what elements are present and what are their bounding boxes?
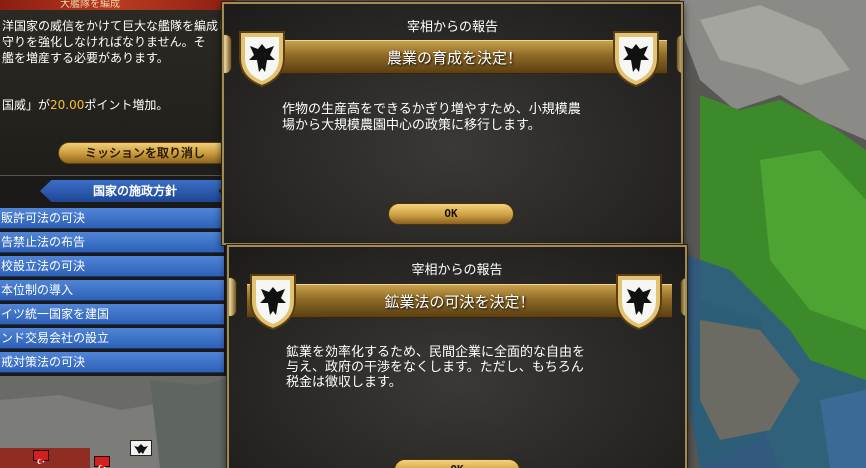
policy-item[interactable]: 販許可法の可決 <box>0 208 224 229</box>
reward-suffix: ポイント増加。 <box>84 98 169 112</box>
policy-item[interactable]: 戒対策法の可決 <box>0 352 224 373</box>
mission-description-line: 守りを強化しなければなりません。そ <box>2 35 206 49</box>
dialog-body-line: 鉱業を効率化するため、民間企業に全面的な自由を <box>286 345 586 360</box>
dialog-body-line: 場から大規模農園中心の政策に移行します。 <box>282 118 541 133</box>
scroll-end-icon <box>229 277 237 317</box>
policy-item[interactable]: 告禁止法の布告 <box>0 232 224 253</box>
mission-reward: 国威」が20.00ポイント増加。 <box>2 96 168 113</box>
ok-button[interactable]: OK <box>394 459 520 468</box>
scroll-end-icon <box>676 34 681 74</box>
ok-button[interactable]: OK <box>388 203 514 225</box>
turkey-flag-icon[interactable] <box>94 456 110 468</box>
prussia-flag-icon[interactable] <box>130 440 152 456</box>
scroll-end-icon <box>224 34 232 74</box>
mission-description-line: 艦を増産する必要があります。 <box>2 51 169 65</box>
national-policy-panel: 国家の施政方針 販許可法の可決 告禁止法の布告 校設立法の可決 本位制の導入 イ… <box>0 176 236 376</box>
cancel-mission-button[interactable]: ミッションを取り消し <box>58 142 232 164</box>
headline-ribbon: 農業の育成を決定！ <box>242 40 667 74</box>
reward-prefix: 国威」が <box>2 98 51 112</box>
eagle-crest-icon <box>239 31 285 88</box>
reward-value: 20.00 <box>50 98 85 112</box>
headline-ribbon: 鉱業法の可決を決定！ <box>247 284 672 318</box>
dialog-headline: 農業の育成を決定！ <box>386 49 522 67</box>
turkey-flag-icon[interactable] <box>33 450 49 465</box>
policy-item[interactable]: イツ統一国家を建国 <box>0 304 224 325</box>
dialog-body-line: 作物の生産高をできるかぎり増やすため、小規模農 <box>282 102 581 117</box>
policy-header: 国家の施政方針 <box>40 180 230 202</box>
eagle-crest-icon <box>250 274 296 331</box>
dialog-headline: 鉱業法の可決を決定！ <box>384 293 535 311</box>
eagle-crest-icon <box>613 31 659 88</box>
eagle-crest-icon <box>616 274 662 331</box>
chancellor-report-dialog: 宰相からの報告 農業の育成を決定！ 作物の生産高をできるかぎり増やすため、小規模… <box>222 2 683 245</box>
dialog-body-line: 与え、政府の干渉をなくします。ただし、もちろん <box>286 360 584 375</box>
policy-item[interactable]: 本位制の導入 <box>0 280 224 301</box>
policy-item[interactable]: 校設立法の可決 <box>0 256 224 277</box>
mission-panel: 大艦隊を編成 洋国家の威信をかけて巨大な艦隊を編成し、海岸線 守りを強化しなけれ… <box>0 0 278 175</box>
scroll-end-icon <box>680 277 685 317</box>
dialog-body-line: 税金は徴収します。 <box>286 375 402 390</box>
chancellor-report-dialog: 宰相からの報告 鉱業法の可決を決定！ 鉱業を効率化するため、民間企業に全面的な自… <box>227 245 687 468</box>
policy-item[interactable]: ンド交易会社の設立 <box>0 328 224 349</box>
mission-title: 大艦隊を編成 <box>0 0 236 10</box>
